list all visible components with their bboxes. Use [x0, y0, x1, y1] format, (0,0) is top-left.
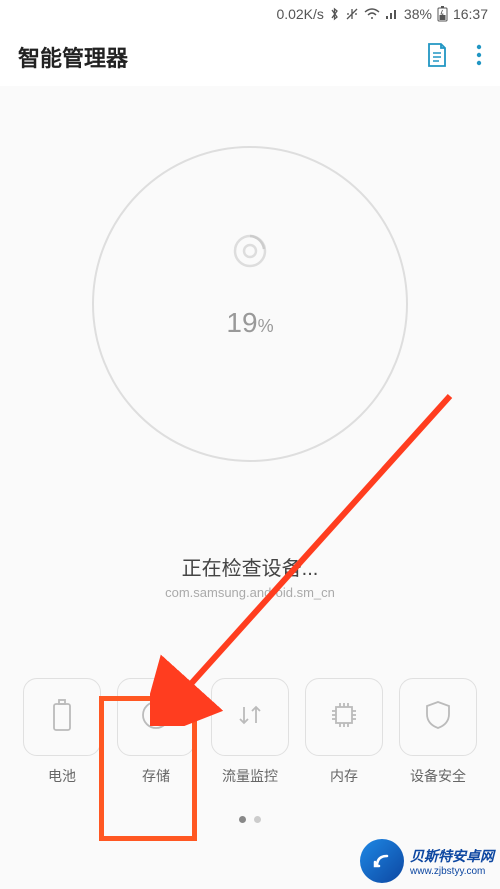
tile-label: 流量监控	[222, 766, 278, 786]
data-usage-tile-icon	[234, 699, 266, 736]
dot-active	[239, 816, 246, 823]
bluetooth-icon	[329, 7, 340, 21]
battery-icon	[437, 6, 448, 22]
tile-label: 存储	[142, 766, 170, 786]
tile-label: 设备安全	[410, 766, 466, 786]
tile-security[interactable]: 设备安全	[394, 678, 482, 786]
gauge-unit: %	[258, 316, 274, 336]
page-indicator	[0, 816, 500, 823]
gauge-value: 19	[226, 307, 257, 338]
page-title: 智能管理器	[18, 41, 426, 73]
network-speed: 0.02K/s	[276, 6, 323, 22]
main-content: 19% 正在检查设备... com.samsung.android.sm_cn …	[0, 86, 500, 889]
wifi-icon	[364, 8, 380, 20]
tile-label: 电池	[48, 766, 76, 786]
document-icon[interactable]	[426, 42, 448, 73]
memory-tile-icon	[328, 699, 360, 736]
more-icon[interactable]	[476, 44, 482, 71]
dot	[254, 816, 261, 823]
tile-storage[interactable]: 存储	[112, 678, 200, 786]
gauge-center-icon	[229, 230, 271, 277]
gauge-percent: 19%	[226, 307, 273, 339]
tile-battery[interactable]: 电池	[18, 678, 106, 786]
shield-tile-icon	[424, 699, 452, 736]
battery-percent: 38%	[404, 6, 432, 22]
gauge-container: 19%	[0, 86, 500, 462]
status-bar: 0.02K/s 38% 16:37	[0, 0, 500, 28]
watermark-url: www.zjbstyy.com	[410, 866, 494, 877]
app-header: 智能管理器	[0, 28, 500, 86]
status-package: com.samsung.android.sm_cn	[0, 585, 500, 600]
gauge-circle[interactable]: 19%	[92, 146, 408, 462]
signal-icon	[385, 8, 399, 20]
watermark-logo-icon	[360, 839, 404, 883]
tiles-row: 电池 存储 流量监控 内存	[0, 678, 500, 786]
storage-tile-icon	[139, 698, 173, 737]
clock-time: 16:37	[453, 6, 488, 22]
tile-label: 内存	[330, 766, 358, 786]
battery-tile-icon	[50, 698, 74, 737]
status-checking: 正在检查设备...	[0, 552, 500, 581]
status-text: 正在检查设备... com.samsung.android.sm_cn	[0, 552, 500, 600]
tile-data-usage[interactable]: 流量监控	[206, 678, 294, 786]
mute-icon	[345, 7, 359, 21]
watermark: 贝斯特安卓网 www.zjbstyy.com	[360, 839, 494, 883]
tile-memory[interactable]: 内存	[300, 678, 388, 786]
watermark-title: 贝斯特安卓网	[410, 846, 494, 866]
